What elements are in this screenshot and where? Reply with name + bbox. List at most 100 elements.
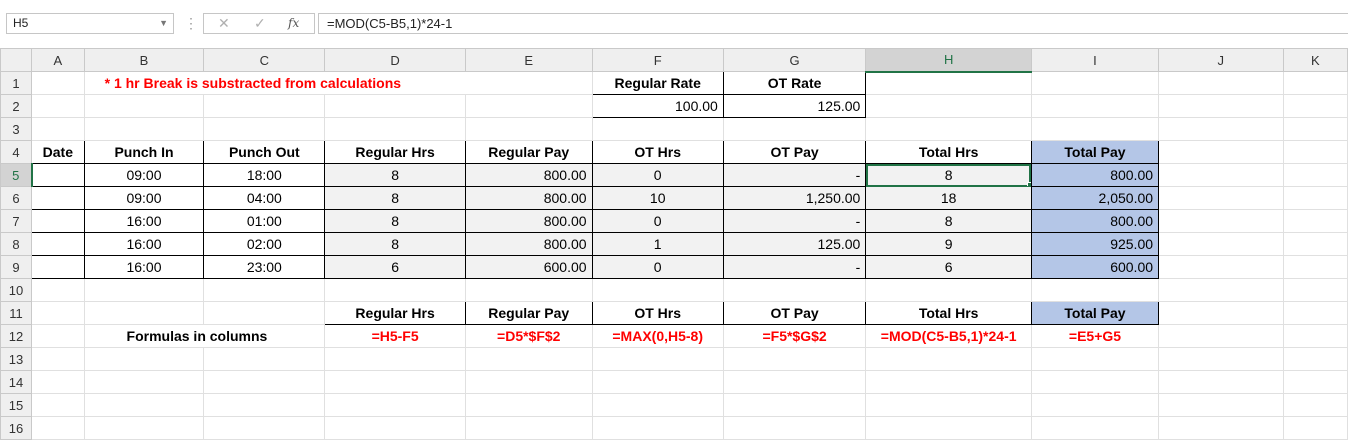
cell[interactable] [591,393,724,417]
row-header[interactable]: 16 [0,416,33,440]
cell[interactable] [1282,347,1348,371]
formula-header-regular-pay[interactable]: Regular Pay [464,301,593,325]
cell[interactable] [865,117,1032,141]
ot-hrs-cell[interactable]: 10 [591,186,724,210]
cell[interactable] [722,117,867,141]
cell[interactable] [31,347,85,371]
punch-out-cell[interactable]: 23:00 [203,255,326,279]
fill-handle[interactable] [1026,182,1031,186]
cell[interactable] [203,370,326,394]
cell[interactable] [324,393,466,417]
cell[interactable] [1158,117,1284,141]
formula-total-pay[interactable]: =E5+G5 [1030,324,1160,348]
cell[interactable] [203,278,326,302]
cell[interactable] [1282,255,1348,279]
cell[interactable] [1282,232,1348,256]
cell[interactable] [203,393,326,417]
cell[interactable] [324,94,466,118]
col-header-b[interactable]: B [83,48,205,72]
cell[interactable] [1158,370,1284,394]
cell[interactable] [722,370,867,394]
header-ot-hrs[interactable]: OT Hrs [591,140,724,164]
cell[interactable] [1158,209,1284,233]
ot-rate-value[interactable]: 125.00 [722,94,867,118]
row-header[interactable]: 2 [0,94,33,118]
cell[interactable] [591,347,724,371]
cell[interactable] [324,117,466,141]
cell[interactable] [1030,94,1160,118]
row-header[interactable]: 15 [0,393,33,417]
cell[interactable] [1158,416,1284,440]
cell[interactable] [31,324,85,348]
punch-out-cell[interactable]: 18:00 [203,163,326,187]
cell[interactable] [591,370,724,394]
cell[interactable] [1158,255,1284,279]
ot-pay-cell[interactable]: 1,250.00 [722,186,867,210]
cell[interactable] [1282,301,1348,325]
cell[interactable] [865,416,1032,440]
cell[interactable] [1158,71,1284,95]
formula-header-ot-hrs[interactable]: OT Hrs [591,301,724,325]
cell[interactable] [464,416,593,440]
row-header[interactable]: 10 [0,278,33,302]
cell[interactable] [83,393,205,417]
chevron-down-icon[interactable]: ▼ [159,14,168,33]
date-cell[interactable] [31,255,85,279]
total-hrs-cell[interactable]: 9 [865,232,1032,256]
row-header[interactable]: 6 [0,186,33,210]
punch-in-cell[interactable]: 16:00 [83,209,205,233]
cell[interactable] [865,347,1032,371]
cell[interactable] [865,278,1032,302]
cell[interactable] [83,301,205,325]
cell[interactable] [1282,140,1348,164]
ot-hrs-cell[interactable]: 0 [591,163,724,187]
formula-ot-pay[interactable]: =F5*$G$2 [722,324,867,348]
col-header-e[interactable]: E [464,48,593,72]
cell[interactable] [1158,347,1284,371]
cell[interactable] [1158,186,1284,210]
cell[interactable] [1282,370,1348,394]
insert-function-icon[interactable]: fx [288,14,299,33]
cell[interactable] [722,416,867,440]
regular-hrs-cell[interactable]: 8 [324,209,466,233]
formula-header-total-hrs[interactable]: Total Hrs [865,301,1032,325]
cell[interactable] [1158,94,1284,118]
header-regular-hrs[interactable]: Regular Hrs [324,140,466,164]
total-hrs-cell[interactable]: 18 [865,186,1032,210]
cell[interactable] [83,370,205,394]
row-header[interactable]: 5 [0,163,33,187]
punch-in-cell[interactable]: 09:00 [83,186,205,210]
date-cell[interactable] [31,232,85,256]
cell[interactable] [1030,278,1160,302]
header-punch-out[interactable]: Punch Out [203,140,326,164]
punch-in-cell[interactable]: 16:00 [83,232,205,256]
name-box[interactable]: H5 ▼ [6,13,174,34]
total-pay-cell[interactable]: 800.00 [1030,209,1160,233]
total-pay-cell[interactable]: 2,050.00 [1030,186,1160,210]
punch-out-cell[interactable]: 02:00 [203,232,326,256]
cell[interactable] [31,278,85,302]
cell[interactable] [1282,186,1348,210]
formula-header-total-pay[interactable]: Total Pay [1030,301,1160,325]
cell[interactable] [83,347,205,371]
ot-pay-cell[interactable]: - [722,209,867,233]
header-date[interactable]: Date [31,140,85,164]
cancel-icon[interactable]: ✕ [218,14,230,33]
break-note[interactable]: * 1 hr Break is substracted from calcula… [83,71,593,95]
cell[interactable] [722,393,867,417]
header-total-pay[interactable]: Total Pay [1030,140,1160,164]
ot-rate-label[interactable]: OT Rate [722,71,867,95]
date-cell[interactable] [31,163,85,187]
cell[interactable] [865,370,1032,394]
cell[interactable] [1282,94,1348,118]
cell[interactable] [1158,140,1284,164]
cell[interactable] [865,71,1032,95]
cell[interactable] [203,301,326,325]
cell[interactable] [31,416,85,440]
regular-rate-label[interactable]: Regular Rate [591,71,724,95]
col-header-i[interactable]: I [1030,48,1160,72]
header-total-hrs[interactable]: Total Hrs [865,140,1032,164]
cell[interactable] [591,278,724,302]
cell[interactable] [203,117,326,141]
cell[interactable] [83,278,205,302]
